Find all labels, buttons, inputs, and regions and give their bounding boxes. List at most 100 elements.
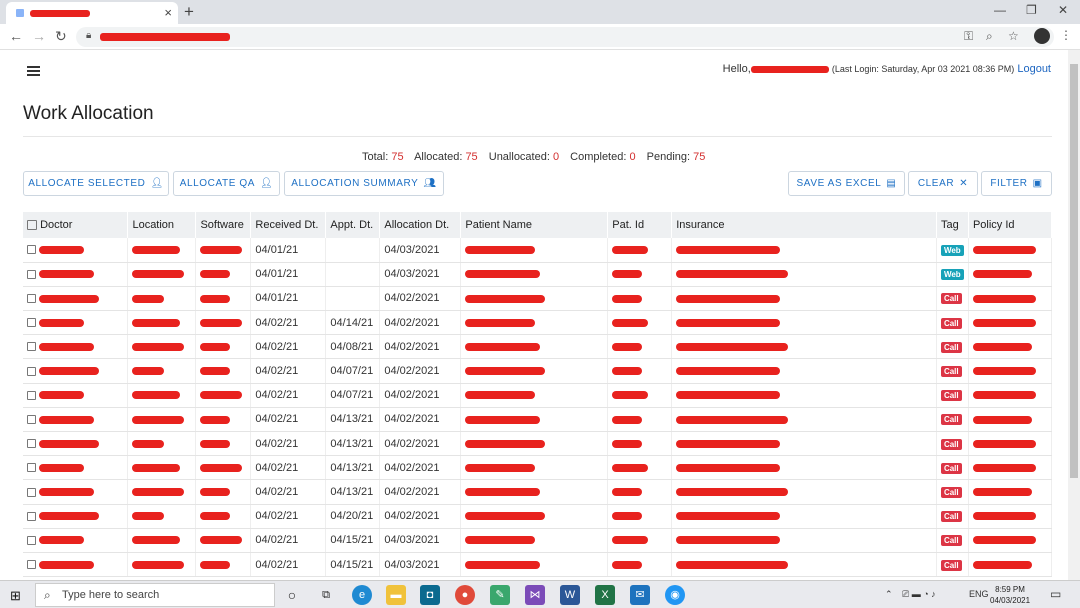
bookmark-star-icon[interactable]: ☆: [1008, 29, 1019, 43]
row-checkbox[interactable]: [27, 511, 36, 521]
allocate-qa-button[interactable]: ALLOCATE QA 👤︎: [173, 171, 280, 196]
cell-software: [195, 383, 252, 408]
clear-button[interactable]: CLEAR ✕: [908, 171, 978, 196]
table-row[interactable]: 04/02/21 04/13/21 04/02/2021 Call: [23, 407, 1053, 433]
col-insurance[interactable]: Insurance: [671, 212, 937, 238]
browser-tab[interactable]: ×: [6, 2, 178, 24]
menu-icon[interactable]: [27, 66, 40, 76]
table-row[interactable]: 04/01/21 04/03/2021 Web: [23, 262, 1053, 287]
redacted-value: [676, 270, 789, 279]
tray-icons[interactable]: ⎚ ▬ ◔ ♪: [902, 589, 936, 600]
cell-insurance: [671, 455, 937, 481]
col-software[interactable]: Software: [195, 212, 252, 238]
taskbar-clock[interactable]: 8:59 PM 04/03/2021: [990, 584, 1030, 606]
table-row[interactable]: 04/01/21 04/03/2021 Web: [23, 238, 1053, 263]
file-explorer-icon[interactable]: ▬: [386, 585, 406, 605]
restore-button[interactable]: ❐: [1026, 3, 1037, 17]
row-checkbox[interactable]: [27, 560, 36, 570]
app-icon-2[interactable]: ◉: [665, 585, 685, 605]
col-allocation-date[interactable]: Allocation Dt.: [379, 212, 462, 238]
col-patient-id[interactable]: Pat. Id: [607, 212, 673, 238]
cell-allocation-date: 04/02/2021: [379, 334, 462, 360]
row-checkbox[interactable]: [27, 487, 36, 497]
redacted-value: [612, 391, 649, 400]
key-icon[interactable]: ⚿: [964, 29, 973, 44]
select-all-checkbox[interactable]: [27, 220, 37, 231]
url-field[interactable]: 🔒︎ ⚿ ⌕ ☆: [76, 27, 1054, 47]
dell-icon[interactable]: ◘: [420, 585, 440, 605]
edge-icon[interactable]: e: [352, 585, 372, 605]
redacted-value: [676, 463, 781, 472]
app-icon[interactable]: ✎: [490, 585, 510, 605]
cell-policy-id: [968, 528, 1053, 553]
save-as-excel-button[interactable]: SAVE AS EXCEL ▤: [788, 171, 905, 196]
col-location[interactable]: Location: [127, 212, 197, 238]
row-checkbox[interactable]: [27, 390, 36, 400]
col-patient-name[interactable]: Patient Name: [460, 212, 609, 238]
chrome-icon[interactable]: ●: [455, 585, 475, 605]
row-checkbox[interactable]: [27, 245, 36, 255]
filter-button[interactable]: FILTER ▣: [981, 171, 1052, 196]
table-row[interactable]: 04/02/21 04/15/21 04/03/2021 Call: [23, 552, 1053, 578]
logout-link[interactable]: Logout: [1017, 63, 1051, 75]
minimize-button[interactable]: —: [994, 3, 1006, 17]
language-indicator[interactable]: ENG: [969, 589, 989, 599]
row-checkbox[interactable]: [27, 366, 36, 376]
col-policy-id[interactable]: Policy Id: [968, 212, 1053, 238]
tray-chevron-icon[interactable]: ⌃: [885, 589, 893, 600]
table-row[interactable]: 04/01/21 04/02/2021 Call: [23, 286, 1053, 312]
row-checkbox[interactable]: [27, 439, 36, 449]
cortana-icon[interactable]: ○: [282, 585, 302, 605]
mail-icon[interactable]: ✉: [630, 585, 650, 605]
page-title: Work Allocation: [23, 103, 154, 124]
col-appt-date[interactable]: Appt. Dt.: [325, 212, 381, 238]
redacted-value: [39, 560, 95, 569]
stat-allocated: 75: [465, 151, 478, 163]
redacted-value: [39, 270, 95, 279]
redacted-value: [39, 488, 95, 497]
zoom-icon[interactable]: ⌕: [986, 29, 993, 44]
scrollbar-thumb[interactable]: [1070, 64, 1078, 478]
allocation-summary-button[interactable]: ALLOCATION SUMMARY 👥︎: [284, 171, 444, 196]
table-row[interactable]: 04/02/21 04/07/21 04/02/2021 Call: [23, 383, 1053, 408]
table-row[interactable]: 04/02/21 04/13/21 04/02/2021 Call: [23, 479, 1053, 505]
back-icon[interactable]: ←: [9, 28, 23, 44]
row-checkbox[interactable]: [27, 294, 36, 304]
cell-appt-date: 04/13/21: [325, 431, 381, 457]
row-checkbox[interactable]: [27, 269, 36, 279]
visual-studio-icon[interactable]: ⋈: [525, 585, 545, 605]
row-checkbox[interactable]: [27, 463, 36, 473]
table-row[interactable]: 04/02/21 04/13/21 04/02/2021 Call: [23, 455, 1053, 481]
notification-icon[interactable]: ▭: [1050, 587, 1061, 601]
browser-menu-icon[interactable]: ⋮: [1060, 28, 1072, 42]
col-tag[interactable]: Tag: [936, 212, 969, 238]
page-scrollbar[interactable]: [1068, 50, 1080, 580]
task-view-icon[interactable]: ⧉: [316, 585, 336, 605]
table-row[interactable]: 04/02/21 04/13/21 04/02/2021 Call: [23, 431, 1053, 457]
row-checkbox[interactable]: [27, 535, 36, 545]
windows-start-icon[interactable]: ⊞: [10, 588, 21, 604]
row-checkbox[interactable]: [27, 318, 36, 328]
row-checkbox[interactable]: [27, 342, 36, 352]
table-row[interactable]: 04/02/21 04/20/21 04/02/2021 Call: [23, 504, 1053, 529]
excel-icon[interactable]: X: [595, 585, 615, 605]
reload-icon[interactable]: ↻: [55, 28, 67, 45]
tab-close-icon[interactable]: ×: [164, 5, 172, 20]
new-tab-button[interactable]: +: [184, 2, 194, 22]
table-row[interactable]: 04/02/21 04/08/21 04/02/2021 Call: [23, 334, 1053, 360]
cell-insurance: [671, 238, 937, 263]
taskbar-search-input[interactable]: ⌕ Type here to search: [35, 583, 275, 607]
forward-icon[interactable]: →: [32, 28, 46, 44]
cell-appt-date: 04/08/21: [325, 334, 381, 360]
table-row[interactable]: 04/02/21 04/07/21 04/02/2021 Call: [23, 358, 1053, 384]
redacted-value: [612, 367, 643, 376]
row-checkbox[interactable]: [27, 415, 36, 424]
word-icon[interactable]: W: [560, 585, 580, 605]
profile-avatar[interactable]: [1034, 28, 1050, 44]
table-row[interactable]: 04/02/21 04/15/21 04/03/2021 Call: [23, 528, 1053, 553]
col-doctor[interactable]: Doctor: [23, 212, 129, 238]
close-window-button[interactable]: ✕: [1058, 3, 1068, 17]
table-row[interactable]: 04/02/21 04/14/21 04/02/2021 Call: [23, 310, 1053, 336]
col-received-date[interactable]: Received Dt.: [250, 212, 327, 238]
allocate-selected-button[interactable]: ALLOCATE SELECTED 👤︎: [23, 171, 169, 196]
